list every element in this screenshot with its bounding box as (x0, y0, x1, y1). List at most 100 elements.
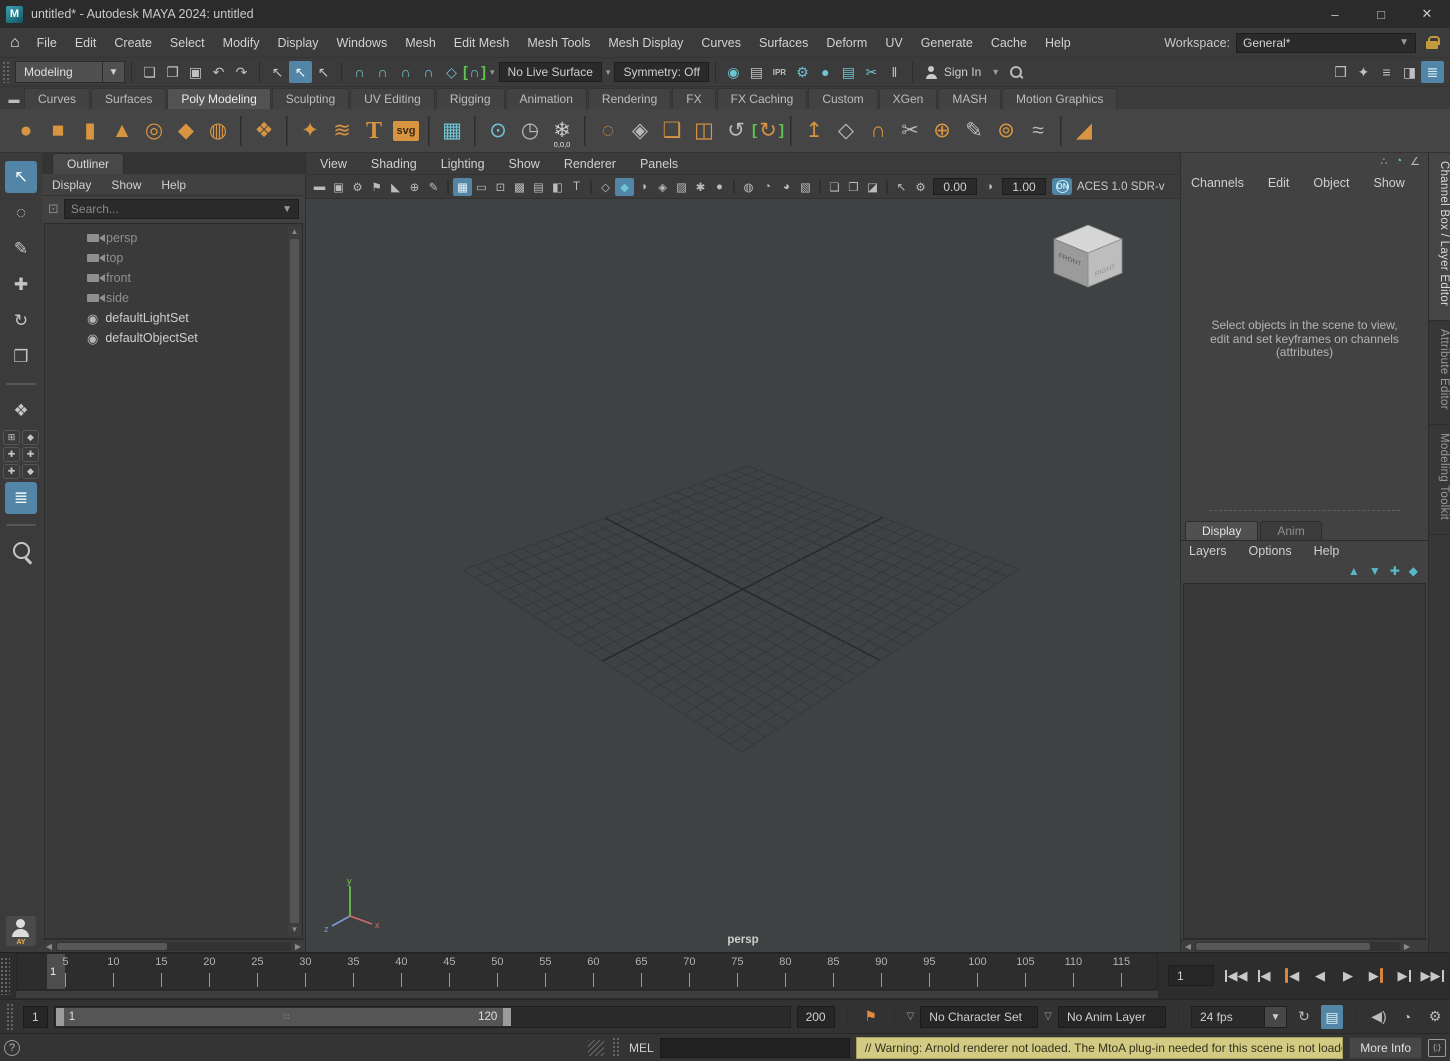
menu-item[interactable]: Edit Mesh (445, 36, 519, 50)
image-plane-icon[interactable]: ◣ (386, 178, 405, 196)
gamma-icon[interactable]: ◑ (980, 178, 999, 196)
poly-cube-icon[interactable]: ■ (42, 113, 74, 149)
speed-state-icon[interactable]: ◔ (1395, 155, 1402, 171)
pause-viewport-icon[interactable]: ‖ (883, 61, 906, 83)
home-icon[interactable]: ⌂ (10, 34, 20, 52)
hyperbolic-spread-icon[interactable]: ∠ (1410, 155, 1420, 171)
poly-torus-icon[interactable]: ◎ (138, 113, 170, 149)
menu-item[interactable]: Generate (912, 36, 982, 50)
undo-icon[interactable]: ↶ (207, 61, 230, 83)
shelf-tab[interactable]: Rigging (436, 88, 505, 109)
layer-menu-item[interactable]: Layers (1189, 544, 1227, 558)
resolution-gate-icon[interactable]: ⊡ (491, 178, 510, 196)
time-slider[interactable]: 1 51015202530354045505560657075808590951… (0, 952, 1450, 999)
layer-menu-item[interactable]: Help (1314, 544, 1340, 558)
menu-item[interactable]: Select (161, 36, 214, 50)
poly-disc-icon[interactable]: ◍ (202, 113, 234, 149)
move-layer-down-icon[interactable]: ▼ (1369, 564, 1381, 578)
collapse-shelf-icon[interactable]: ▬ (4, 94, 24, 109)
go-to-start-button[interactable]: ◀◀ (1222, 963, 1250, 988)
outliner-search-input[interactable]: Search... ▼ (64, 199, 299, 219)
snap-curve-icon[interactable]: ∩ (371, 61, 394, 83)
outliner-item[interactable]: ◉ side (45, 288, 302, 308)
fps-select[interactable]: 24 fps ▼ (1191, 1006, 1287, 1028)
outliner-tab[interactable]: Outliner (52, 153, 124, 174)
crease-tool-icon[interactable]: ◢ (1068, 113, 1100, 149)
toon-shader-icon[interactable]: ● (814, 61, 837, 83)
shelf-tab[interactable]: Animation (506, 88, 587, 109)
menu-item[interactable]: Create (105, 36, 161, 50)
current-frame-field[interactable]: 1 (1168, 965, 1214, 986)
move-to-origin-icon[interactable]: ❄0,0,0 (546, 113, 578, 149)
minimize-button[interactable]: – (1312, 0, 1358, 28)
render-settings-icon[interactable]: ⚙ (791, 61, 814, 83)
menu-set-selector[interactable]: Modeling ▼ (15, 61, 125, 83)
viewport-menu-item[interactable]: Shading (371, 157, 417, 171)
scroll-left-icon[interactable]: ◀ (1181, 942, 1195, 951)
save-scene-icon[interactable]: ▣ (184, 61, 207, 83)
snap-projected-center-icon[interactable]: ∩ (417, 61, 440, 83)
select-component-icon[interactable]: ↖ (312, 61, 335, 83)
colorspace-label[interactable]: ACES 1.0 SDR-v (1077, 181, 1165, 193)
more-info-button[interactable]: More Info (1349, 1037, 1422, 1059)
help-icon[interactable]: ? (4, 1040, 20, 1056)
checkered-icon[interactable]: ▨ (672, 178, 691, 196)
outliner-item[interactable]: ◉ top (45, 248, 302, 268)
go-to-end-button[interactable]: ▶▶ (1418, 963, 1446, 988)
menu-item[interactable]: Windows (327, 36, 396, 50)
poly-cone-icon[interactable]: ▲ (106, 113, 138, 149)
bevel-icon[interactable]: ◇ (830, 113, 862, 149)
exposure-field[interactable]: 0.00 (933, 178, 977, 195)
move-layer-up-icon[interactable]: ▲ (1348, 564, 1360, 578)
tool-settings-icon[interactable]: ◨ (1398, 61, 1421, 83)
outliner-item[interactable]: ◉ front (45, 268, 302, 288)
menu-item[interactable]: File (28, 36, 66, 50)
shelf-tab[interactable]: Rendering (588, 88, 671, 109)
isolate-add-icon[interactable]: ❐ (844, 178, 863, 196)
scroll-left-icon[interactable]: ◀ (42, 942, 56, 951)
chevron-down-icon[interactable]: ▽ (1044, 1011, 1052, 1022)
live-surface-field[interactable]: No Live Surface (499, 62, 602, 82)
channel-layer-icon[interactable]: ≣ (1421, 61, 1444, 83)
new-scene-icon[interactable]: ❏ (138, 61, 161, 83)
channelbox-menu-item[interactable]: Channels (1191, 176, 1244, 190)
field-chart-icon[interactable]: ▤ (529, 178, 548, 196)
wireframe-icon[interactable]: ◇ (596, 178, 615, 196)
panel-splitter[interactable] (1209, 510, 1400, 511)
separate-icon[interactable]: ❑ (656, 113, 688, 149)
cached-playback-icon[interactable]: ◔ (1396, 1009, 1418, 1025)
sidebar-tab[interactable]: Attribute Editor (1429, 321, 1450, 425)
resize-grip[interactable] (588, 1040, 604, 1056)
sign-in-button[interactable]: Sign In ▼ (919, 65, 1010, 79)
edge-flow-icon[interactable]: ≈ (1022, 113, 1054, 149)
hypershade-layout[interactable]: ◆ (22, 464, 39, 479)
shelf-tab[interactable]: Poly Modeling (167, 88, 270, 109)
smooth-shade-icon[interactable]: ◆ (615, 178, 634, 196)
menu-item[interactable]: Curves (692, 36, 750, 50)
poly-plane-icon[interactable]: ◆ (170, 113, 202, 149)
scroll-down-icon[interactable]: ▼ (291, 924, 299, 936)
spin-edge-icon[interactable]: ↻ (752, 113, 784, 149)
playback-loop-icon[interactable]: ↻ (1293, 1008, 1315, 1025)
range-drag-grip[interactable] (283, 1013, 291, 1021)
snap-view-plane-icon[interactable]: ◇ (440, 61, 463, 83)
outliner-item[interactable]: ◉ defaultLightSet (45, 308, 302, 328)
sidebar-tab[interactable]: Channel Box / Layer Editor (1429, 153, 1450, 321)
outliner-horizontal-scrollbar[interactable]: ◀ ▶ (42, 939, 305, 952)
layers-horizontal-scrollbar[interactable]: ◀ ▶ (1181, 939, 1414, 952)
script-editor-icon[interactable]: {;} (1428, 1039, 1446, 1057)
menu-item[interactable]: Modify (214, 36, 269, 50)
motion-blur-icon[interactable]: ◔ (758, 178, 777, 196)
film-gate-icon[interactable]: ▭ (472, 178, 491, 196)
svg-tool-icon[interactable]: svg (390, 113, 422, 149)
shelf-tab[interactable]: Surfaces (91, 88, 166, 109)
lasso-select-tool[interactable]: ◌ (5, 197, 37, 229)
range-slider-range[interactable]: 1 120 (56, 1008, 512, 1026)
viewport-menu-item[interactable]: View (320, 157, 347, 171)
next-key-button[interactable]: ▶ (1362, 963, 1390, 988)
close-button[interactable]: ✕ (1404, 0, 1450, 28)
shelf-tab[interactable]: Sculpting (272, 88, 349, 109)
snap-point-icon[interactable]: ∩ (394, 61, 417, 83)
split-pane-layout[interactable]: ✚ (3, 464, 20, 479)
outliner-item[interactable]: ◉ persp (45, 228, 302, 248)
